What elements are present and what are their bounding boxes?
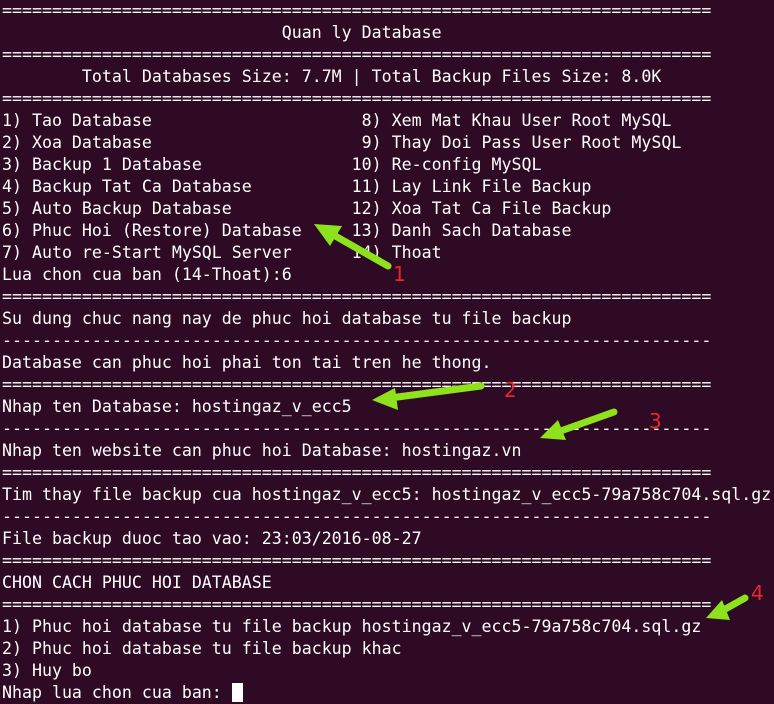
terminal-line: 6) Phuc Hoi (Restore) Database 13) Danh …: [2, 221, 572, 240]
prompt-line[interactable]: Nhap lua chon cua ban:: [2, 682, 774, 704]
terminal-line: 3) Backup 1 Database 10) Re-config MySQL: [2, 155, 542, 174]
terminal-line: Nhap ten Database: hostingaz_v_ecc5: [2, 397, 352, 416]
separator-line: ========================================…: [2, 89, 712, 108]
separator-line: ========================================…: [2, 463, 712, 482]
terminal-line: Su dung chuc nang nay de phuc hoi databa…: [2, 309, 572, 328]
separator-line: ========================================…: [2, 375, 712, 394]
terminal-line: 2) Xoa Database 9) Thay Doi Pass User Ro…: [2, 133, 682, 152]
terminal-line: Nhap ten website can phuc hoi Database: …: [2, 441, 522, 460]
terminal-line: 7) Auto re-Start MySQL Server 14) Thoat: [2, 243, 442, 262]
separator-line: ========================================…: [2, 551, 712, 570]
terminal-line: 2) Phuc hoi database tu file backup khac: [2, 639, 402, 658]
text-cursor[interactable]: [231, 683, 243, 702]
separator-line: ========================================…: [2, 45, 712, 64]
prompt-text: Nhap lua chon cua ban:: [2, 683, 232, 702]
terminal-line: 3) Huy bo: [2, 661, 92, 680]
separator-line: ----------------------------------------…: [2, 507, 712, 526]
terminal-line: CHON CACH PHUC HOI DATABASE: [2, 573, 272, 592]
terminal-line: Total Databases Size: 7.7M | Total Backu…: [2, 67, 662, 86]
terminal-line: Quan ly Database: [2, 23, 442, 42]
terminal-line: 5) Auto Backup Database 12) Xoa Tat Ca F…: [2, 199, 612, 218]
terminal-line: 4) Backup Tat Ca Database 11) Lay Link F…: [2, 177, 592, 196]
separator-line: ----------------------------------------…: [2, 419, 712, 438]
separator-line: ========================================…: [2, 595, 712, 614]
terminal-line: Lua chon cua ban (14-Thoat):6: [2, 265, 292, 284]
separator-line: ----------------------------------------…: [2, 331, 712, 350]
terminal-line: 1) Phuc hoi database tu file backup host…: [2, 617, 702, 636]
terminal-output: ========================================…: [2, 0, 774, 704]
separator-line: ========================================…: [2, 287, 712, 306]
terminal-line: Database can phuc hoi phai ton tai tren …: [2, 353, 492, 372]
terminal-line: File backup duoc tao vao: 23:03/2016-08-…: [2, 529, 422, 548]
separator-line: ========================================…: [2, 1, 712, 20]
terminal-line: Tim thay file backup cua hostingaz_v_ecc…: [2, 485, 772, 504]
terminal-line: 1) Tao Database 8) Xem Mat Khau User Roo…: [2, 111, 672, 130]
